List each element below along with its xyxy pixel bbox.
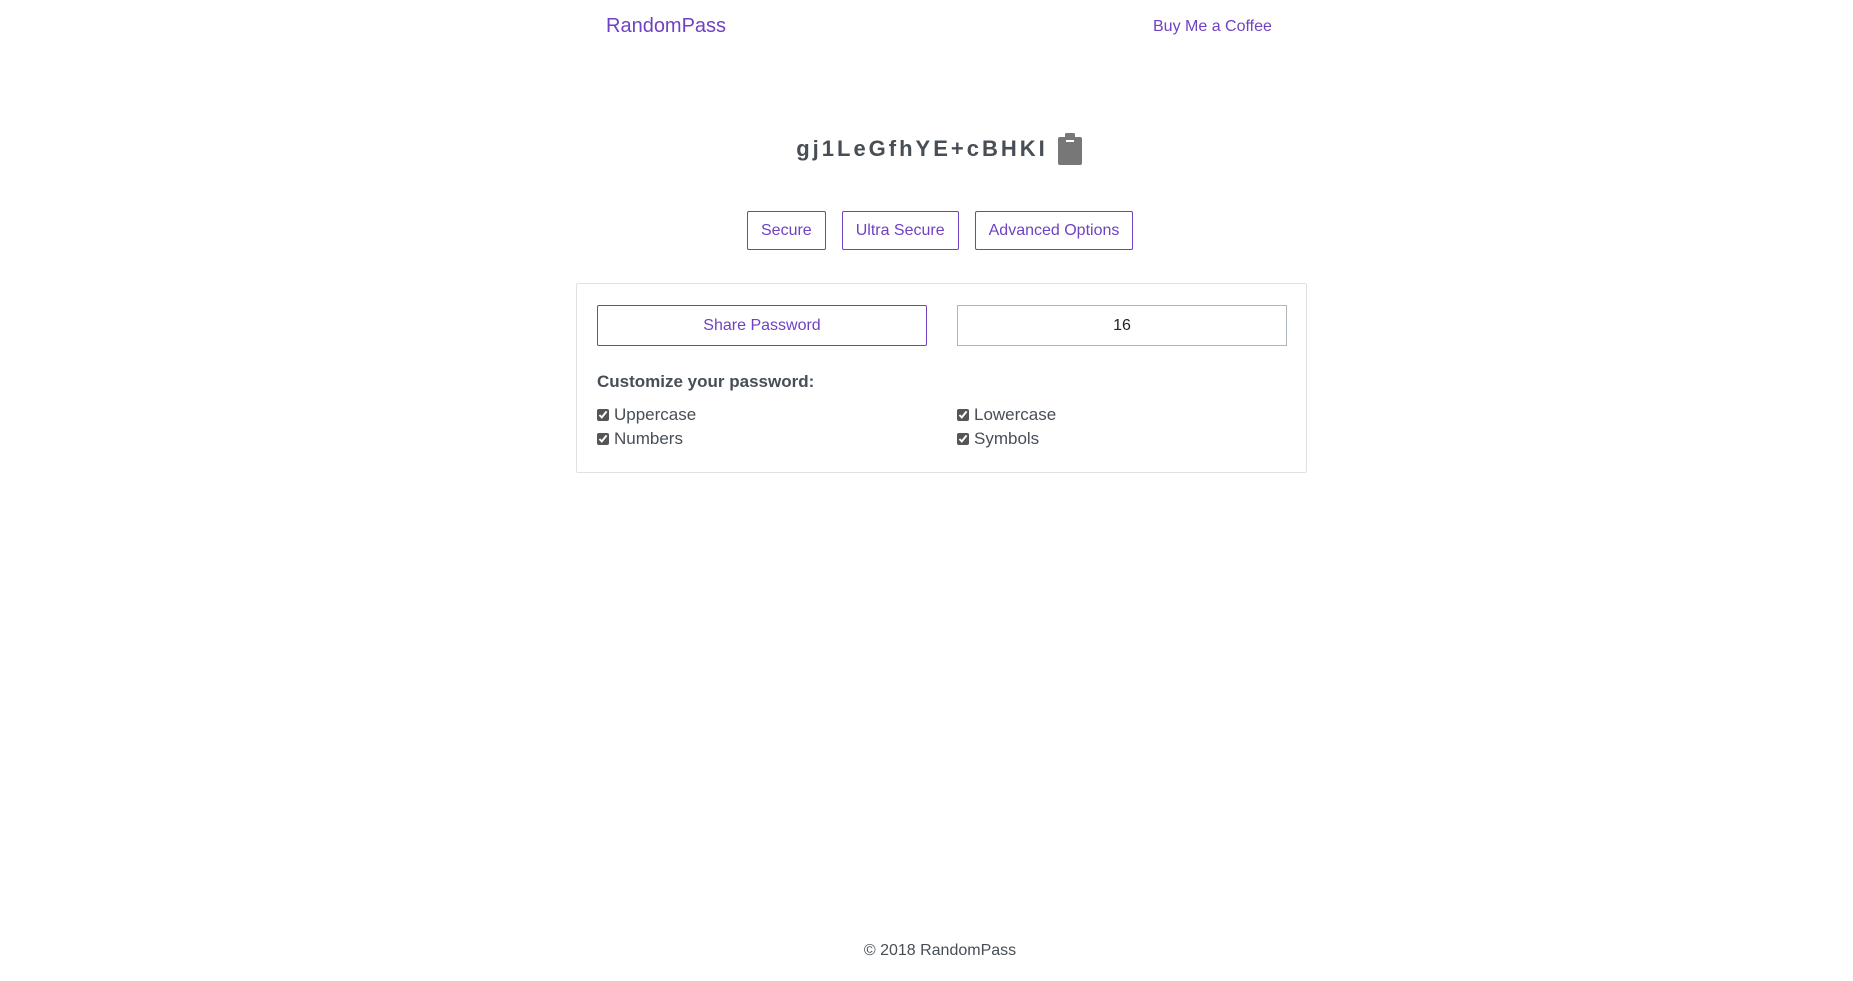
uppercase-checkbox[interactable] [597, 409, 609, 421]
options-card: Share Password Customize your password: … [576, 283, 1307, 473]
preset-buttons: Secure Ultra Secure Advanced Options [747, 211, 1134, 250]
symbols-checkbox[interactable] [957, 433, 969, 445]
lowercase-checkbox[interactable] [957, 409, 969, 421]
option-symbols[interactable]: Symbols [957, 429, 1039, 449]
option-uppercase[interactable]: Uppercase [597, 405, 696, 425]
ultra-secure-button[interactable]: Ultra Secure [841, 211, 959, 250]
option-numbers[interactable]: Numbers [597, 429, 683, 449]
buy-me-a-coffee-link[interactable]: Buy Me a Coffee [1153, 18, 1272, 36]
advanced-options-button[interactable]: Advanced Options [974, 211, 1134, 250]
footer: © 2018 RandomPass [0, 942, 1853, 960]
lowercase-label: Lowercase [974, 405, 1057, 424]
secure-button[interactable]: Secure [747, 211, 826, 250]
generated-password: gj1LeGfhYE+cBHKI [796, 136, 1048, 161]
numbers-checkbox[interactable] [597, 433, 609, 445]
navbar: RandomPass Buy Me a Coffee [0, 0, 1853, 56]
customize-title: Customize your password: [597, 372, 815, 391]
option-lowercase[interactable]: Lowercase [957, 405, 1056, 425]
clipboard-icon[interactable] [1056, 132, 1084, 166]
share-password-button[interactable]: Share Password [597, 305, 927, 346]
copyright-text: © 2018 RandomPass [863, 942, 1017, 959]
symbols-label: Symbols [974, 429, 1040, 448]
password-length-input[interactable] [957, 305, 1287, 346]
brand-link[interactable]: RandomPass [606, 15, 726, 38]
uppercase-label: Uppercase [614, 405, 697, 424]
password-display: gj1LeGfhYE+cBHKI [0, 132, 1853, 166]
numbers-label: Numbers [614, 429, 683, 448]
